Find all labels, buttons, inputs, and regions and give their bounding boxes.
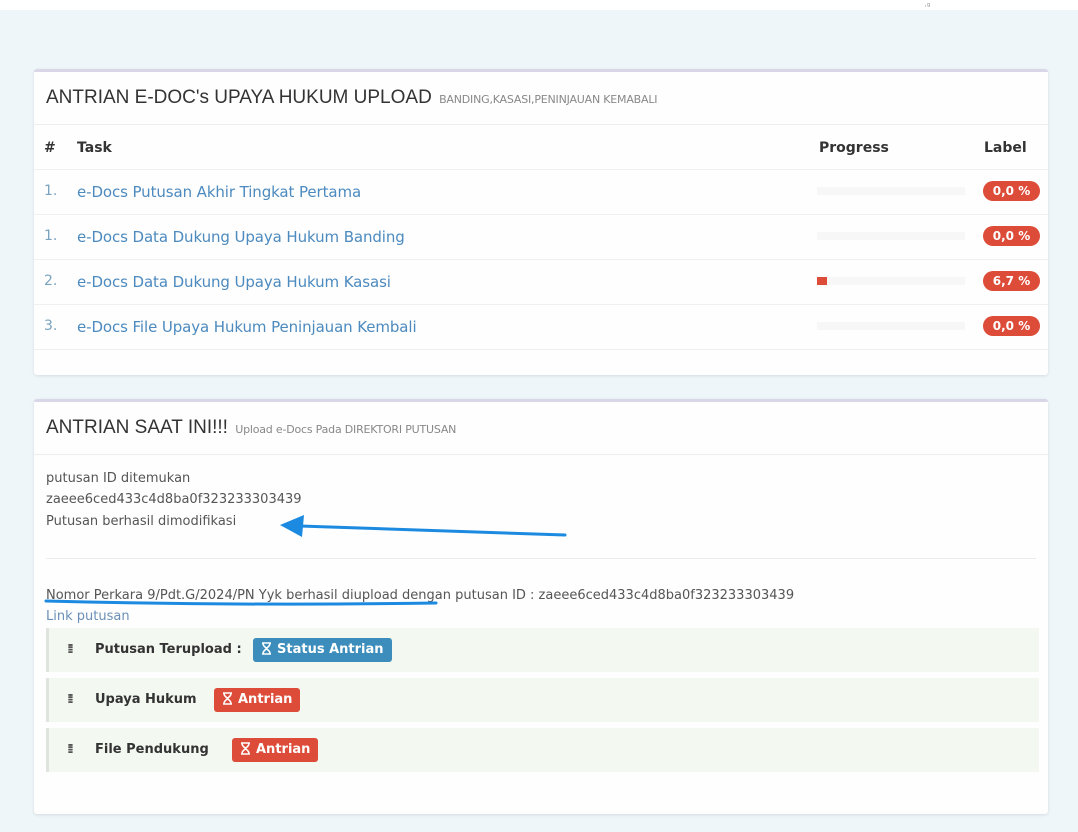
drag-handle-icon[interactable]: ⁞⁞ [67,692,74,707]
panel-subtitle: BANDING,KASASI,PENINJAUAN KEMABALI [439,93,658,106]
panel-header: ANTRIAN E-DOC's UPAYA HUKUM UPLOAD BANDI… [34,72,1048,125]
progress-bar [817,232,965,240]
panel-title: ANTRIAN E-DOC's UPAYA HUKUM UPLOAD BANDI… [46,87,658,109]
divider [46,558,1036,559]
table-row: 2. e-Docs Data Dukung Upaya Hukum Kasasi… [34,259,1048,304]
drag-handle-icon[interactable]: ⁞⁞ [67,742,74,757]
hourglass-icon [241,742,250,755]
table-row: 1. e-Docs Data Dukung Upaya Hukum Bandin… [34,214,1048,259]
row-number: 1. [44,228,58,244]
queue-item-file-pendukung: ⁞⁞ File Pendukung Antrian [46,728,1039,772]
status-text: Antrian [256,742,311,757]
progress-fill [817,277,827,285]
panel-title: ANTRIAN SAAT INI!!! Upload e-Docs Pada D… [46,417,456,439]
hourglass-icon [262,642,271,655]
task-link[interactable]: e-Docs Data Dukung Upaya Hukum Banding [77,228,405,246]
status-antrian-button[interactable]: Status Antrian [253,638,392,662]
table-row: 3. e-Docs File Upaya Hukum Peninjauan Ke… [34,304,1048,350]
top-bar [0,0,1078,10]
queue-item-putusan: ⁞⁞ Putusan Terupload : Status Antrian [46,628,1039,672]
task-link[interactable]: e-Docs File Upaya Hukum Peninjauan Kemba… [77,318,417,336]
progress-bar [817,322,965,330]
current-queue-panel: ANTRIAN SAAT INI!!! Upload e-Docs Pada D… [34,399,1048,814]
panel-subtitle: Upload e-Docs Pada DIREKTORI PUTUSAN [235,423,457,436]
progress-bar [817,187,965,195]
status-text: Status Antrian [277,642,384,657]
col-header-task: Task [77,140,112,156]
col-header-progress: Progress [819,140,889,156]
progress-bar [817,277,965,285]
drag-handle-icon[interactable]: ⁞⁞ [67,642,74,657]
progress-badge: 6,7 % [983,271,1040,291]
antrian-badge[interactable]: Antrian [214,688,301,712]
upload-message: Nomor Perkara 9/Pdt.G/2024/PN Yyk berhas… [46,588,795,603]
item-label: File Pendukung [95,742,209,757]
status-text: Antrian [238,692,293,707]
progress-badge: 0,0 % [983,316,1040,336]
panel-title-text: ANTRIAN SAAT INI!!! [46,417,228,438]
log-line: putusan ID ditemukan [46,471,191,486]
log-line: Putusan berhasil dimodifikasi [46,514,237,529]
col-header-num: # [44,140,56,156]
hourglass-icon [223,692,232,705]
row-number: 1. [44,183,58,199]
table-row: 1. e-Docs Putusan Akhir Tingkat Pertama … [34,169,1048,214]
queue-item-upaya-hukum: ⁞⁞ Upaya Hukum Antrian [46,678,1039,722]
progress-badge: 0,0 % [983,181,1040,201]
col-header-label: Label [984,140,1027,156]
row-number: 3. [44,318,58,334]
task-link[interactable]: e-Docs Putusan Akhir Tingkat Pertama [77,183,361,201]
panel-title-text: ANTRIAN E-DOC's UPAYA HUKUM UPLOAD [46,87,432,108]
item-label: Putusan Terupload : [95,642,242,657]
antrian-badge[interactable]: Antrian [232,738,319,762]
corner-mark: ·ᵍ [924,2,931,12]
row-number: 2. [44,273,58,289]
putusan-link[interactable]: Link putusan [46,609,130,624]
panel-header: ANTRIAN SAAT INI!!! Upload e-Docs Pada D… [34,402,1048,455]
upaya-hukum-queue-panel: ANTRIAN E-DOC's UPAYA HUKUM UPLOAD BANDI… [34,69,1048,375]
log-line: zaeee6ced433c4d8ba0f323233303439 [46,492,302,507]
progress-badge: 0,0 % [983,226,1040,246]
item-label: Upaya Hukum [95,692,197,707]
task-link[interactable]: e-Docs Data Dukung Upaya Hukum Kasasi [77,273,391,291]
